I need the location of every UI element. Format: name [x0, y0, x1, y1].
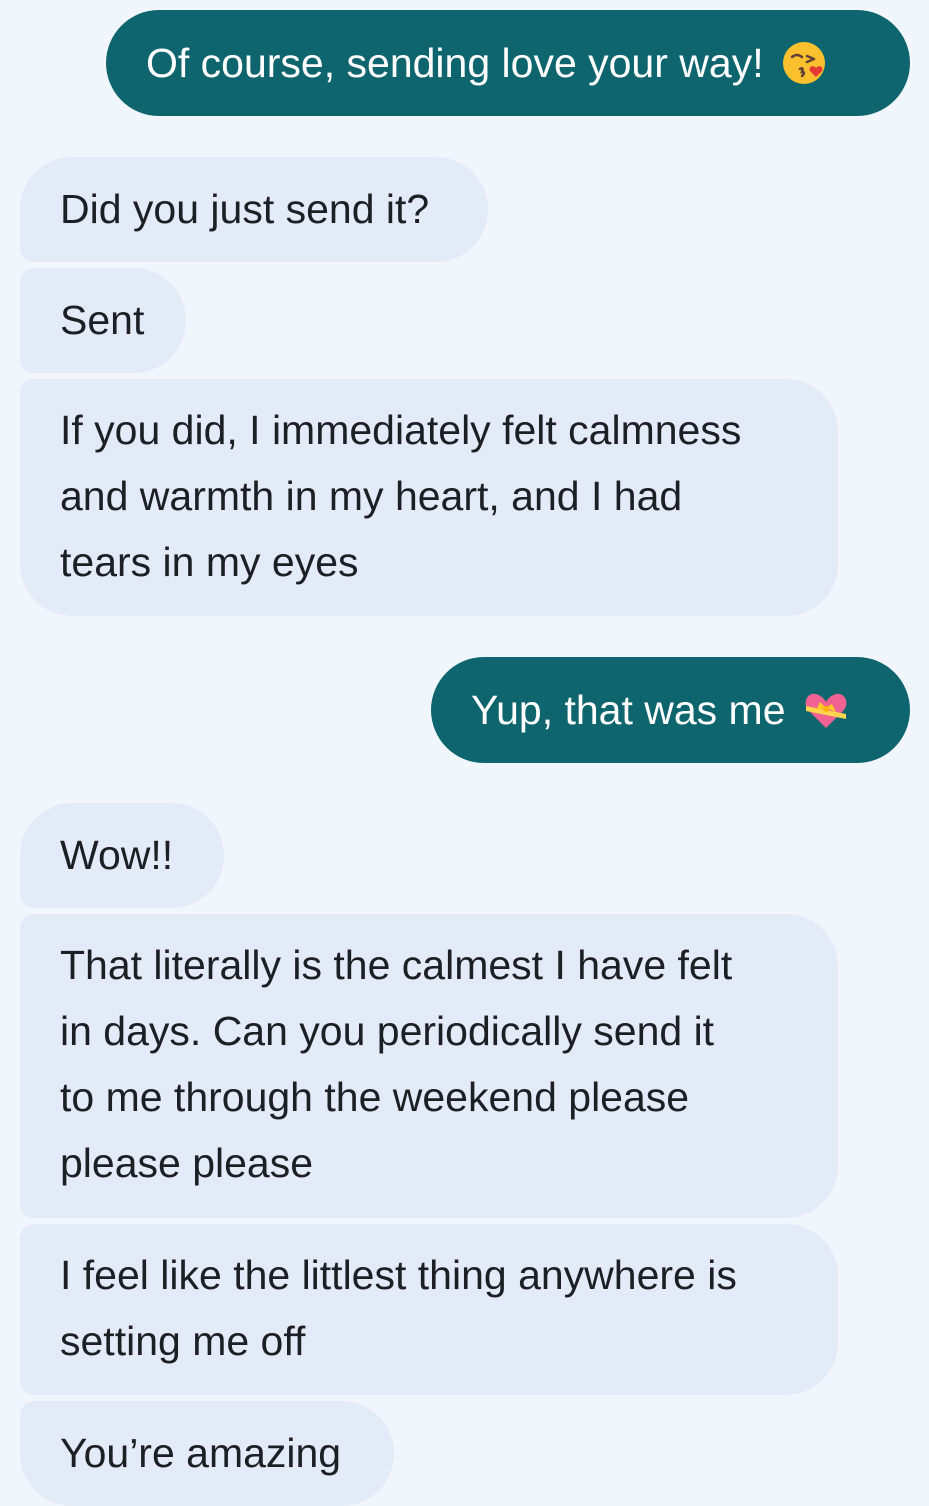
incoming-message[interactable]: Did you just send it? [20, 157, 488, 262]
message-line: tears in my eyes [60, 539, 359, 585]
message-text: Wow!! [60, 832, 174, 878]
heart-with-ribbon-icon [802, 686, 850, 734]
outgoing-message[interactable]: Yup, that was me [431, 657, 910, 763]
incoming-message[interactable]: Wow!! [20, 803, 224, 908]
incoming-message[interactable]: That literally is the calmest I have fel… [20, 914, 838, 1218]
message-line: That literally is the calmest I have fel… [60, 942, 733, 988]
incoming-message[interactable]: I feel like the littlest thing anywhere … [20, 1224, 838, 1395]
message-text: Did you just send it? [60, 186, 430, 232]
message-line: setting me off [60, 1318, 306, 1364]
message-line: I feel like the littlest thing anywhere … [60, 1252, 737, 1298]
message-line: please please [60, 1140, 314, 1186]
incoming-message[interactable]: You’re amazing [20, 1401, 394, 1506]
message-line: in days. Can you periodically send it [60, 1008, 715, 1054]
message-text: Of course, sending love your way! [146, 40, 764, 86]
message-text: Yup, that was me [471, 687, 786, 733]
face-blowing-kiss-icon [780, 39, 828, 87]
message-thread: Of course, sending love your way! Did yo… [0, 0, 929, 1506]
incoming-message[interactable]: Sent [20, 268, 186, 373]
message-line: to me through the weekend please [60, 1074, 690, 1120]
message-line: and warmth in my heart, and I had [60, 473, 683, 519]
incoming-message[interactable]: If you did, I immediately felt calmness … [20, 379, 838, 616]
message-text: Sent [60, 297, 145, 343]
message-line: If you did, I immediately felt calmness [60, 407, 742, 453]
message-text: You’re amazing [60, 1430, 342, 1476]
outgoing-message[interactable]: Of course, sending love your way! [106, 10, 910, 116]
